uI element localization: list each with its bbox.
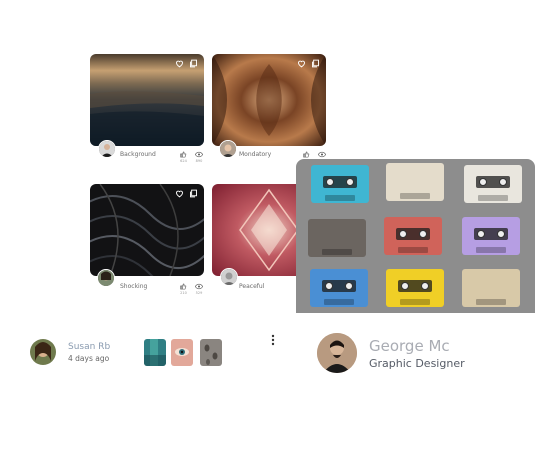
profile-avatar[interactable] [317,333,357,373]
like-count: 624 [180,159,187,163]
card-thumbnail[interactable] [212,54,326,146]
thumbnail-teal[interactable] [144,339,166,366]
thumb-up-icon [180,283,187,290]
view-stat [318,151,326,158]
cassette-purple [462,217,520,255]
view-stat: 890 [195,151,203,163]
copy-icon[interactable] [189,59,198,68]
cassette-white [464,165,522,203]
thumbnail-footprints[interactable] [200,339,222,366]
user-name[interactable]: Susan Rb [68,342,110,352]
like-stat[interactable]: 624 [180,151,187,163]
like-stat[interactable]: 210 [180,283,187,295]
cassette-blue-2 [310,269,368,307]
thumb-up-icon [180,151,187,158]
cassette-yellow [386,269,444,307]
heart-icon[interactable] [297,59,306,68]
card-title: Mondatory [239,151,272,158]
author-avatar[interactable] [97,269,115,287]
more-vertical-icon[interactable] [270,331,276,346]
cassette-clear [386,163,444,201]
cassette-red [384,217,442,255]
eye-icon [195,151,203,158]
thumb-up-icon [303,151,310,158]
view-stat: 529 [195,283,203,295]
author-avatar[interactable] [219,140,237,158]
card-thumbnail[interactable] [90,184,204,276]
card-title: Peaceful [239,283,265,290]
card-title: Shocking [120,283,148,290]
user-avatar[interactable] [30,339,56,365]
heart-icon[interactable] [175,59,184,68]
eye-icon [195,283,203,290]
author-avatar[interactable] [98,140,116,158]
card-thumbnail[interactable] [90,54,204,146]
author-avatar[interactable] [220,268,238,286]
like-stat[interactable] [303,151,310,158]
like-count: 210 [180,291,187,295]
thumbnail-eye[interactable] [171,339,193,366]
card-title: Background [120,151,156,158]
cassette-amber [462,269,520,307]
cassette-tapes-photo [296,159,535,313]
profile-role: Graphic Designer [369,357,465,370]
post-timestamp: 4 days ago [68,354,110,363]
profile-name[interactable]: George Mc [369,337,450,355]
eye-icon [318,151,326,158]
view-count: 529 [195,291,203,295]
cassette-smoke [308,219,366,257]
copy-icon[interactable] [189,189,198,198]
copy-icon[interactable] [311,59,320,68]
heart-icon[interactable] [175,189,184,198]
view-count: 890 [195,159,203,163]
cassette-blue [311,165,369,203]
